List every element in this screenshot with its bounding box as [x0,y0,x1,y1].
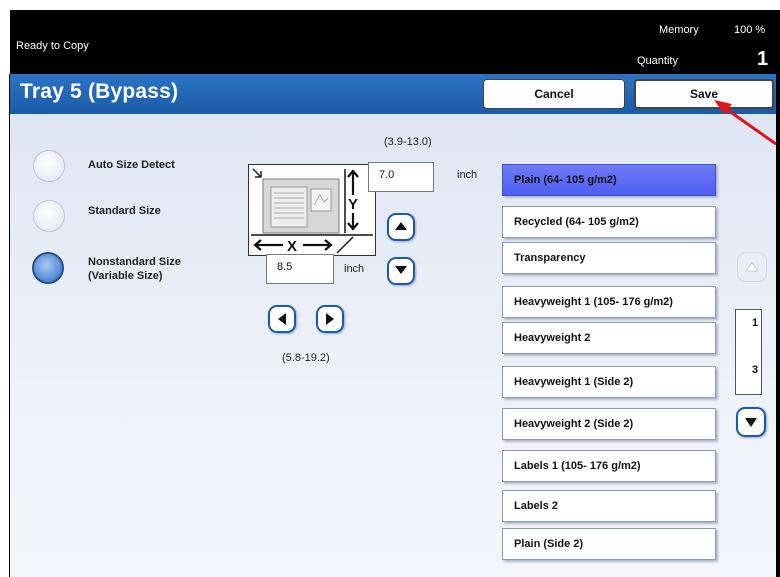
media-item-heavyweight-2[interactable]: Heavyweight 2 [502,322,716,354]
title-bar: Tray 5 (Bypass) Cancel Save [10,74,780,114]
y-range-label: (3.9-13.0) [384,136,432,148]
page-title: Tray 5 (Bypass) [20,80,179,103]
paper-size-diagram: Y X [248,164,376,256]
standard-size-label: Standard Size [88,205,161,217]
x-unit-label: inch [344,263,365,275]
memory-value: 100 % [734,24,766,36]
ready-status: Ready to Copy [16,40,89,52]
triangle-up-icon [745,262,759,272]
triangle-left-icon [278,313,286,325]
media-item-heavyweight-1-side-2[interactable]: Heavyweight 1 (Side 2) [502,366,716,398]
quantity-label: Quantity [637,55,678,67]
total-pages: 3 [752,364,759,376]
paper-tray-icon: Y X [251,168,373,255]
x-increase-button[interactable] [316,305,344,333]
y-increase-button[interactable] [387,213,415,241]
media-item-plain[interactable]: Plain (64- 105 g/m2) [502,164,716,196]
triangle-down-icon [395,266,407,274]
nonstandard-size-label-line2: (Variable Size) [88,270,163,282]
triangle-up-icon [395,222,407,230]
x-decrease-button[interactable] [268,305,296,333]
main-panel: Auto Size Detect Standard Size Nonstanda… [10,114,780,577]
nonstandard-size-radio[interactable] [32,252,64,284]
media-item-heavyweight-2-side-2[interactable]: Heavyweight 2 (Side 2) [502,408,716,440]
cancel-button[interactable]: Cancel [483,79,625,109]
media-item-labels-2[interactable]: Labels 2 [502,490,716,522]
y-axis-letter: Y [348,196,358,213]
media-item-transparency[interactable]: Transparency [502,242,716,274]
status-bar: Ready to Copy Memory 100 % Quantity 1 [10,10,780,74]
media-item-labels-1[interactable]: Labels 1 (105- 176 g/m2) [502,450,716,482]
standard-size-radio[interactable] [33,200,65,232]
quantity-value: 1 [757,48,769,70]
scroll-up-button[interactable] [737,252,767,282]
annotation-arrow-icon [714,100,777,146]
x-axis-letter: X [287,238,297,255]
triangle-down-icon [745,418,757,427]
current-page: 1 [752,317,759,329]
media-item-plain-side-2[interactable]: Plain (Side 2) [502,528,716,560]
scroll-down-button[interactable] [736,407,766,437]
frame-top [0,0,780,10]
x-value-field[interactable]: 8.5 [266,254,334,284]
auto-size-detect-label: Auto Size Detect [88,159,175,171]
auto-size-detect-radio[interactable] [33,150,65,182]
triangle-right-icon [326,313,334,325]
y-decrease-button[interactable] [387,257,415,285]
memory-label: Memory [659,24,699,36]
y-unit-label: inch [457,169,478,181]
frame-left-border [9,74,10,577]
media-item-recycled[interactable]: Recycled (64- 105 g/m2) [502,206,716,238]
nonstandard-size-label-line1: Nonstandard Size [88,256,181,268]
y-value-field[interactable]: 7.0 [368,162,434,192]
media-item-heavyweight-1[interactable]: Heavyweight 1 (105- 176 g/m2) [502,286,716,318]
x-range-label: (5.8-19.2) [282,352,330,364]
